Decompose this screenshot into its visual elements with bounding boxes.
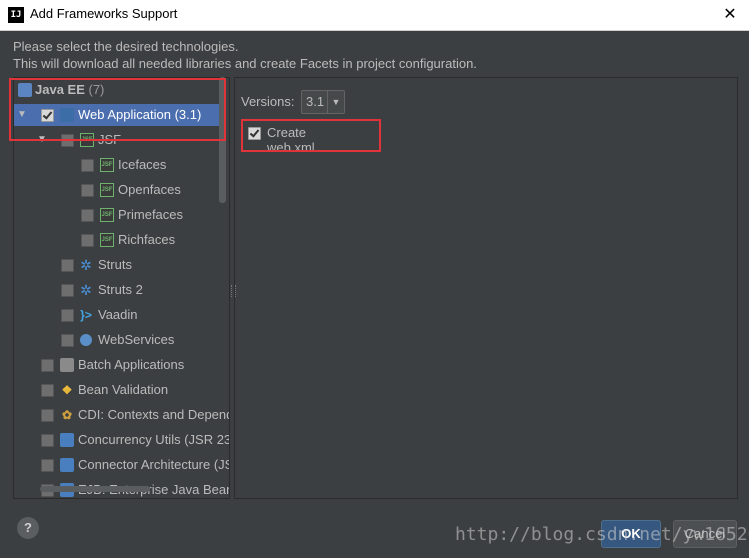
globe-icon: [80, 334, 92, 346]
jsf-icon: JSF: [100, 233, 114, 247]
description-line-1: Please select the desired technologies.: [13, 39, 239, 54]
richfaces-checkbox[interactable]: [81, 234, 94, 247]
concurrency-utils-label: Concurrency Utils (JSR 236: [78, 432, 230, 447]
watermark: http://blog.csdn.net/yw16520: [455, 524, 749, 545]
module-icon: [60, 433, 74, 447]
connector-architecture-label: Connector Architecture (JS: [78, 457, 230, 472]
icefaces-label: Icefaces: [118, 157, 167, 172]
primefaces-label: Primefaces: [118, 207, 184, 222]
richfaces-label: Richfaces: [118, 232, 176, 247]
intellij-icon: IJ: [8, 7, 24, 23]
window-title: Add Frameworks Support: [30, 6, 178, 21]
cdi-icon: ✿: [61, 408, 73, 422]
module-icon: [60, 458, 74, 472]
gear-icon: ✲: [80, 257, 92, 273]
cdi-label: CDI: Contexts and Depend: [78, 407, 230, 422]
description: Please select the desired technologies. …: [13, 38, 477, 72]
vaadin-icon: }>: [80, 308, 92, 322]
versions-label: Versions:: [241, 94, 295, 109]
vaadin-checkbox[interactable]: [61, 309, 74, 322]
struts-checkbox[interactable]: [61, 259, 74, 272]
cdi-checkbox[interactable]: [41, 409, 54, 422]
bean-icon: ❖: [61, 383, 73, 397]
description-line-2: This will download all needed libraries …: [13, 56, 477, 71]
webservices-checkbox[interactable]: [61, 334, 74, 347]
highlight-box: [241, 119, 381, 152]
bean-validation-checkbox[interactable]: [41, 384, 54, 397]
versions-dropdown[interactable]: 3.1 ▼: [301, 90, 345, 114]
jsf-icon: JSF: [100, 208, 114, 222]
struts-label: Struts: [98, 257, 132, 272]
struts-2-checkbox[interactable]: [61, 284, 74, 297]
help-icon[interactable]: ?: [17, 517, 39, 539]
gear-icon: ✲: [80, 282, 92, 298]
batch-icon: [60, 358, 74, 372]
concurrency-utils-checkbox[interactable]: [41, 434, 54, 447]
connector-architecture-checkbox[interactable]: [41, 459, 54, 472]
struts-2-label: Struts 2: [98, 282, 143, 297]
horizontal-scrollbar[interactable]: [40, 486, 150, 492]
close-icon[interactable]: ✕: [719, 4, 741, 26]
title-bar: IJ Add Frameworks Support ✕: [0, 0, 749, 31]
primefaces-checkbox[interactable]: [81, 209, 94, 222]
openfaces-checkbox[interactable]: [81, 184, 94, 197]
vaadin-label: Vaadin: [98, 307, 138, 322]
jsf-icon: JSF: [100, 158, 114, 172]
versions-value: 3.1: [306, 94, 325, 109]
bean-validation-label: Bean Validation: [78, 382, 169, 397]
icefaces-checkbox[interactable]: [81, 159, 94, 172]
batch-applications-checkbox[interactable]: [41, 359, 54, 372]
jsf-icon: JSF: [100, 183, 114, 197]
highlight-box: [9, 78, 226, 141]
openfaces-label: Openfaces: [118, 182, 181, 197]
batch-applications-label: Batch Applications: [78, 357, 185, 372]
webservices-label: WebServices: [98, 332, 175, 347]
chevron-down-icon[interactable]: ▼: [327, 91, 344, 113]
